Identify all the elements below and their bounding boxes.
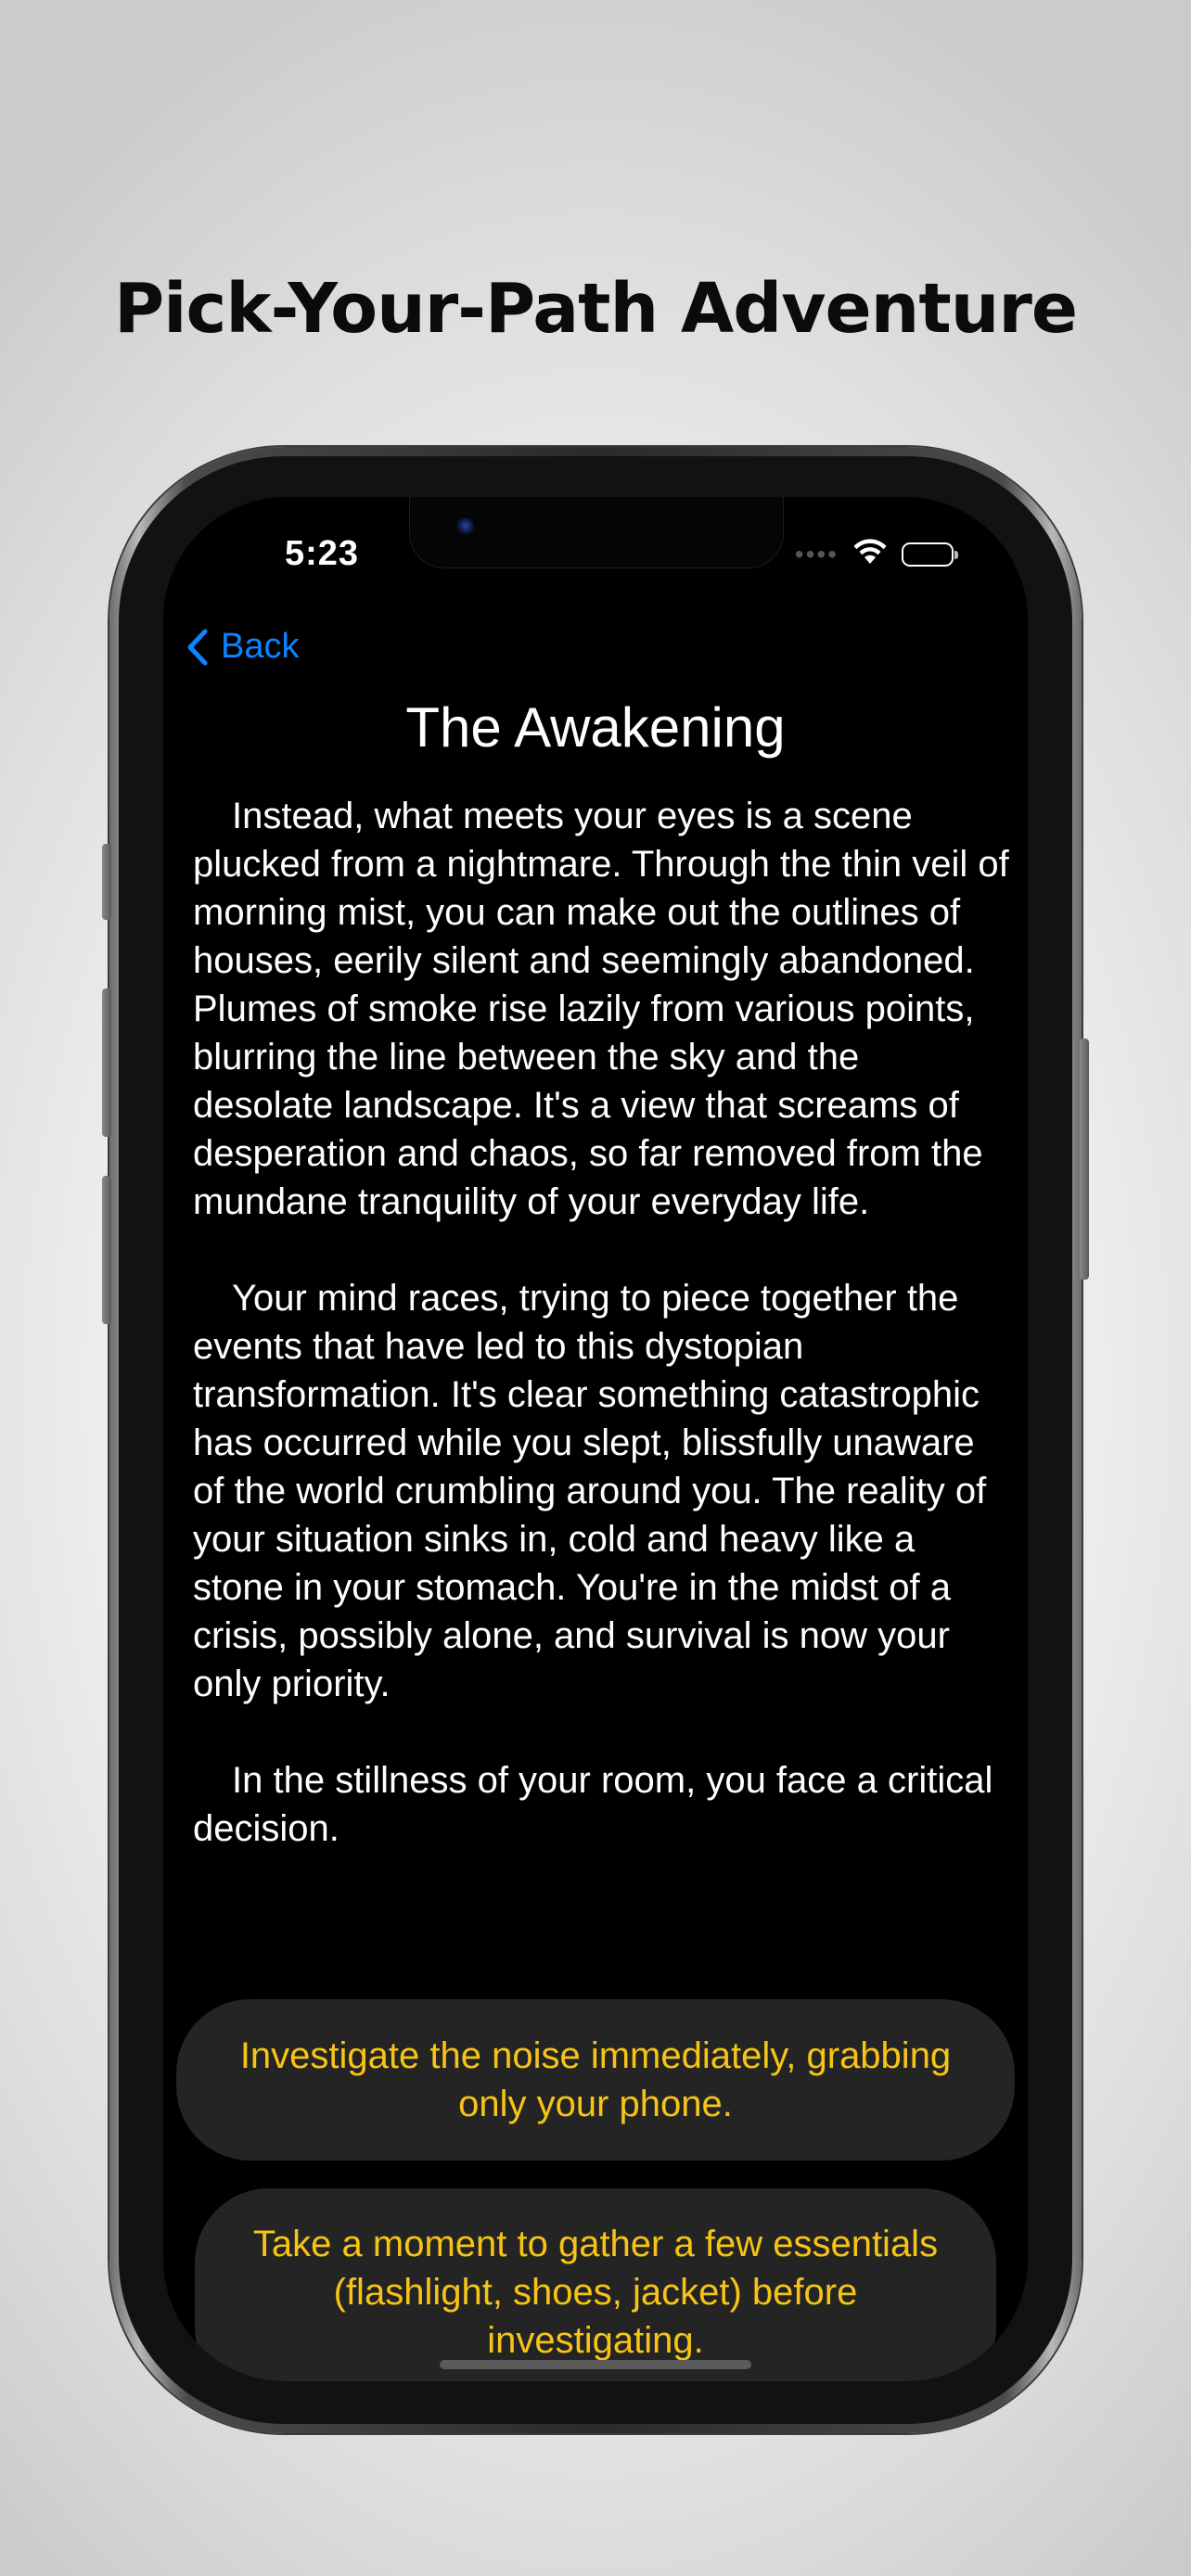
battery-icon (902, 542, 958, 567)
back-button[interactable]: Back (186, 627, 299, 667)
volume-down-button (102, 1176, 111, 1324)
choice-button-1[interactable]: Investigate the noise immediately, grabb… (176, 1999, 1015, 2161)
chevron-left-icon (187, 629, 208, 665)
phone-screen: 5:23 •••• Back The Awakening Instead, wh… (163, 497, 1028, 2381)
home-indicator[interactable] (440, 2360, 751, 2369)
story-title: The Awakening (405, 696, 786, 759)
dynamic-island (409, 497, 784, 568)
volume-up-button (102, 988, 111, 1137)
choice-label: Take a moment to gather a few essentials… (252, 2224, 939, 2361)
status-icons: •••• (794, 538, 958, 570)
choice-label: Investigate the noise immediately, grabb… (239, 2035, 952, 2124)
mute-switch (102, 844, 111, 920)
story-paragraph: In the stillness of your room, you face … (193, 1760, 993, 1849)
status-time: 5:23 (285, 534, 360, 573)
camera-icon (456, 517, 475, 536)
back-label: Back (221, 627, 300, 666)
story-paragraph: Your mind races, trying to piece togethe… (193, 1278, 987, 1704)
wifi-icon (852, 538, 889, 570)
story-text: Instead, what meets your eyes is a scene… (193, 792, 1009, 1901)
choice-button-2[interactable]: Take a moment to gather a few essentials… (195, 2188, 996, 2381)
promo-title: Pick-Your-Path Adventure (113, 269, 1078, 349)
story-paragraph: Instead, what meets your eyes is a scene… (193, 796, 1009, 1222)
signal-icon: •••• (794, 539, 839, 568)
power-button (1080, 1039, 1089, 1280)
